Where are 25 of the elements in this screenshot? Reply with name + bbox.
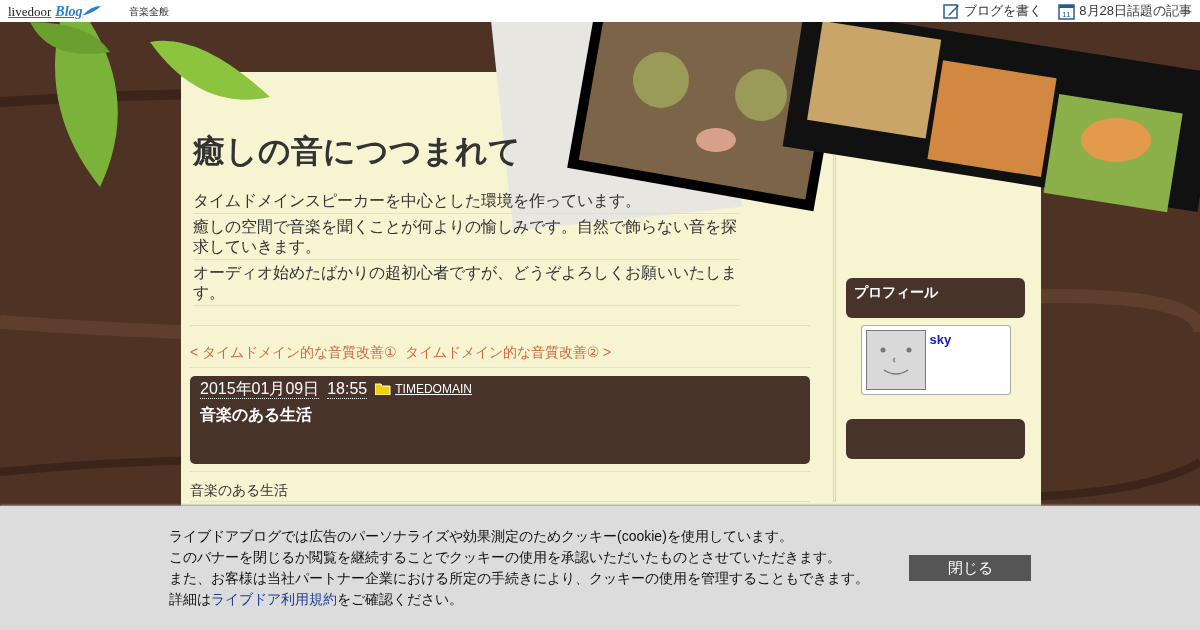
post-body: 音楽のある生活 bbox=[190, 472, 810, 502]
folder-icon bbox=[375, 383, 392, 395]
profile-heading: プロフィール bbox=[846, 278, 1025, 318]
header-link[interactable]: 11 8月28日話題の記事 bbox=[1058, 1, 1192, 21]
blog-description: タイムドメインスピーカーを中心とした環境を作っています。 bbox=[193, 188, 740, 214]
calendar-icon: 11 bbox=[1058, 2, 1076, 20]
avatar-icon bbox=[865, 330, 926, 390]
post-date: 2015年01月09日 bbox=[200, 380, 320, 399]
post-time: 18:55 bbox=[327, 380, 368, 399]
cookie-notice-text: 詳細はライブドア利用規約をご確認ください。 bbox=[169, 590, 464, 609]
header-link[interactable]: ブログを書く bbox=[943, 1, 1043, 21]
blog-title: 癒しの音につつまれて bbox=[193, 132, 522, 171]
terms-link[interactable]: ライブドア利用規約 bbox=[211, 591, 337, 607]
edit-icon bbox=[943, 2, 961, 20]
category-link[interactable]: TIMEDOMAIN bbox=[375, 380, 472, 398]
profile-name-link[interactable]: sky bbox=[929, 330, 952, 390]
site-logo[interactable]: livedoor Blog bbox=[8, 0, 101, 22]
cookie-notice-text: また、お客様は当社パートナー企業における所定の手続きにより、クッキーの使用を管理することもできます。 bbox=[169, 569, 869, 588]
category-link[interactable]: 音楽全般 bbox=[128, 3, 169, 19]
post-title: 音楽のある生活 bbox=[200, 405, 313, 425]
blog-description: オーディオ始めたばかりの超初心者ですが、どうぞよろしくお願いいたします。 bbox=[193, 260, 740, 306]
close-button[interactable]: 閉じる bbox=[909, 555, 1031, 581]
cookie-notice-text: ライブドアブログでは広告のパーソナライズや効果測定のためクッキー(cookie)を使用しています。 bbox=[169, 527, 794, 546]
blog-description: 癒しの空間で音楽を聞くことが何よりの愉しみです。自然で飾らない音を探求していきます。 bbox=[193, 214, 740, 260]
cookie-notice-text: このバナーを閉じるか閲覧を継続することでクッキーの使用を承認いただいたものとさせていただきます。 bbox=[169, 548, 842, 567]
